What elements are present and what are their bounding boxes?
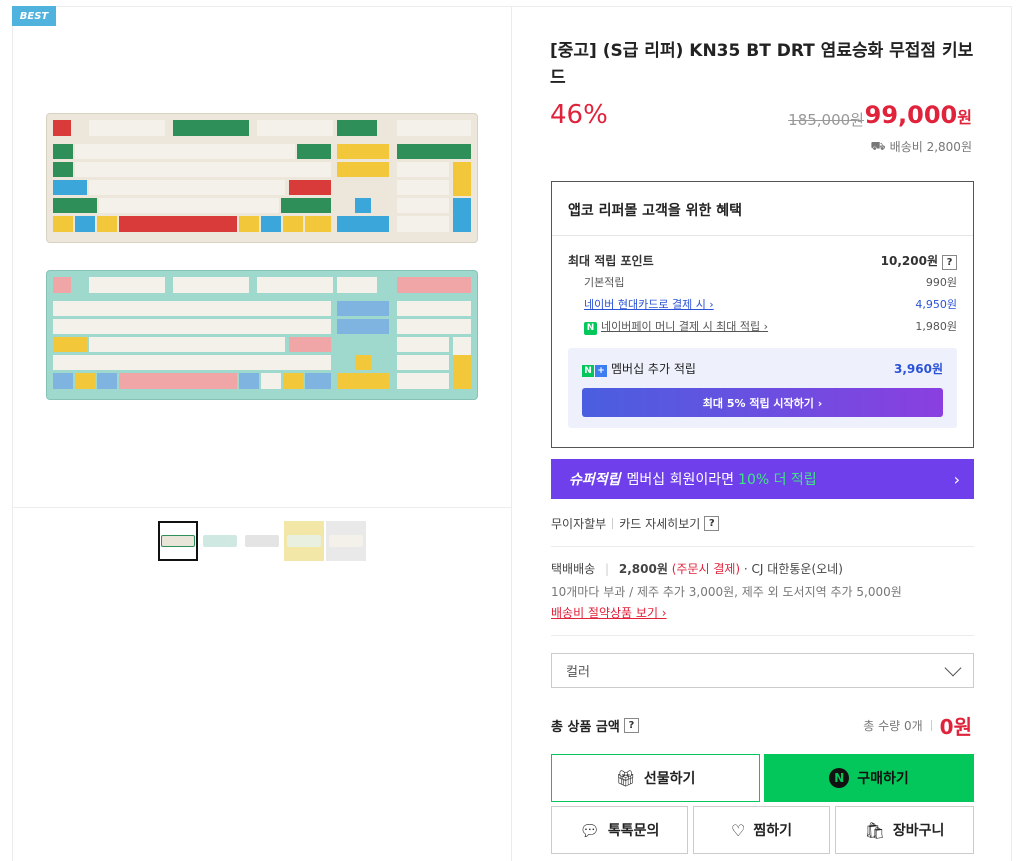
thumbnail-swatch [245, 535, 279, 547]
total-label: 총 상품 금액 [551, 720, 620, 735]
truck-icon: ⛟ [870, 138, 886, 153]
divider-line [551, 635, 974, 636]
shipping-saving-link[interactable]: 배송비 절약상품 보기 › [551, 604, 667, 621]
delivery-method-row: 택배배송 | 2,800원 (주문시 결제) · CJ 대한통운(오네) [551, 560, 843, 577]
shopping-bag-icon: 🛍︎ [864, 820, 885, 840]
max-points-value: 10,200원 [880, 254, 938, 268]
delivery-payment-note: (주문시 결제) [671, 562, 741, 576]
card-points-row: 네이버 현대카드로 결제 시 › 4,950원 [568, 296, 957, 312]
card-points-link[interactable]: 네이버 현대카드로 결제 시 › [584, 296, 714, 312]
shipping-fee-text: 배송비 2,800원 [889, 140, 972, 154]
benefit-box: 앱코 리퍼몰 고객을 위한 혜택 최대 적립 포인트 10,200원? 기본적립… [551, 181, 974, 448]
divider [612, 518, 614, 529]
thumbnail-swatch [287, 535, 321, 547]
super-points-brand: 슈퍼적립 [569, 472, 621, 488]
super-points-highlight: 10% 더 적립 [738, 472, 817, 488]
help-icon[interactable]: ? [623, 718, 639, 733]
color-option-placeholder: 컬러 [566, 665, 590, 680]
cart-button[interactable]: 🛍︎ 장바구니 [835, 806, 974, 854]
wishlist-button[interactable]: ♡ 찜하기 [693, 806, 830, 854]
thumbnail-3[interactable] [242, 521, 282, 561]
chevron-down-icon [944, 659, 962, 677]
shipping-fee-note: ⛟ 배송비 2,800원 [871, 138, 972, 155]
thumbnail-swatch [329, 535, 363, 547]
membership-label-wrap: N + 멤버십 추가 적립 [582, 360, 696, 377]
gift-label: 선물하기 [643, 771, 696, 787]
divider-line [551, 546, 974, 547]
naver-plus-icon: N + [582, 365, 607, 377]
delivery-fee: 2,800원 [618, 562, 668, 576]
sale-price-unit: 원 [957, 108, 972, 127]
naver-n-icon: N [829, 768, 850, 788]
help-icon[interactable]: ? [704, 516, 720, 531]
delivery-method: 택배배송 [551, 562, 596, 576]
buy-button[interactable]: N 구매하기 [764, 754, 974, 802]
thumbnail-4[interactable] [284, 521, 324, 561]
max-points-value-wrap: 10,200원? [881, 252, 957, 270]
gift-button[interactable]: 🎁︎ 선물하기 [551, 754, 760, 802]
product-title: [중고] (S급 리퍼) KN35 BT DRT 염료승화 무접점 키보드 [550, 41, 974, 88]
npay-points-row: N 네이버페이 머니 결제 시 최대 적립 › 1,980원 [568, 318, 957, 335]
basic-points-value: 990원 [925, 276, 957, 289]
total-label-wrap: 총 상품 금액 ? [551, 716, 639, 735]
basic-points-row: 기본적립 990원 [568, 274, 957, 290]
membership-start-button[interactable]: 최대 5% 적립 시작하기 › [582, 388, 943, 417]
membership-label: 멤버십 추가 적립 [611, 362, 696, 376]
help-icon[interactable]: ? [942, 255, 957, 270]
discount-rate: 46% [550, 100, 608, 130]
sale-price: 99,000원 [865, 101, 972, 129]
keyboard-mint-keys [53, 277, 471, 389]
thumbnail-list [158, 521, 366, 561]
product-image-keyboard-mint[interactable] [46, 270, 478, 400]
divider: | [605, 562, 610, 576]
divider [930, 720, 932, 731]
original-price: 185,000원 [788, 111, 864, 129]
membership-row: N + 멤버십 추가 적립 3,960원 [582, 360, 943, 377]
gift-icon: 🎁︎ [615, 768, 636, 788]
thumbnail-1[interactable] [158, 521, 198, 561]
card-points-value: 4,950원 [915, 298, 957, 311]
delivery-carrier: · CJ 대한통운(오네) [743, 562, 843, 576]
keyboard-beige-keys [53, 120, 471, 232]
card-detail-link[interactable]: 카드 자세히보기 [619, 515, 700, 532]
membership-value: 3,960원 [894, 362, 943, 376]
membership-box: N + 멤버십 추가 적립 3,960원 최대 5% 적립 시작하기 › [568, 348, 957, 428]
best-badge: BEST [12, 6, 56, 26]
buy-label: 구매하기 [857, 771, 909, 787]
npay-points-wrap[interactable]: N 네이버페이 머니 결제 시 최대 적립 › [584, 318, 768, 335]
color-option-select[interactable]: 컬러 [551, 653, 974, 688]
naverpay-icon: N [584, 322, 597, 335]
thumbnail-5[interactable] [326, 521, 366, 561]
total-quantity: 총 수량 0개 [863, 719, 923, 733]
heart-icon: ♡ [731, 820, 746, 840]
talk-inquiry-button[interactable]: 💬︎ 톡톡문의 [551, 806, 688, 854]
thumbnail-2[interactable] [200, 521, 240, 561]
product-image-keyboard-beige[interactable] [46, 113, 478, 243]
chevron-right-icon: › [953, 469, 960, 489]
npay-points-value: 1,980원 [915, 320, 957, 333]
wish-label: 찜하기 [753, 823, 792, 839]
max-points-row: 최대 적립 포인트 10,200원? [568, 252, 957, 270]
sale-price-value: 99,000 [864, 101, 958, 129]
card-info: 무이자할부 카드 자세히보기 ? [551, 515, 720, 532]
benefit-header: 앱코 리퍼몰 고객을 위한 혜택 [552, 182, 973, 236]
total-amount: 0원 [939, 715, 972, 739]
super-points-text: 멤버십 회원이라면 [626, 472, 735, 488]
installment-label: 무이자할부 [551, 517, 607, 531]
talk-label: 톡톡문의 [607, 823, 660, 839]
npay-points-label: 네이버페이 머니 결제 시 최대 적립 › [601, 320, 769, 333]
image-divider [12, 507, 511, 508]
basic-points-label: 기본적립 [584, 276, 625, 289]
delivery-extra: 10개마다 부과 / 제주 추가 3,000원, 제주 외 도서지역 추가 5,… [551, 585, 902, 599]
total-summary: 총 수량 0개 0원 [863, 711, 972, 740]
max-points-label: 최대 적립 포인트 [568, 254, 654, 268]
super-points-banner[interactable]: 슈퍼적립 멤버십 회원이라면 10% 더 적립 › [551, 459, 974, 499]
chat-bubble-icon: 💬︎ [579, 820, 600, 840]
cart-label: 장바구니 [892, 823, 945, 839]
column-divider [511, 6, 512, 861]
thumbnail-swatch [161, 535, 195, 547]
thumbnail-swatch [203, 535, 237, 547]
